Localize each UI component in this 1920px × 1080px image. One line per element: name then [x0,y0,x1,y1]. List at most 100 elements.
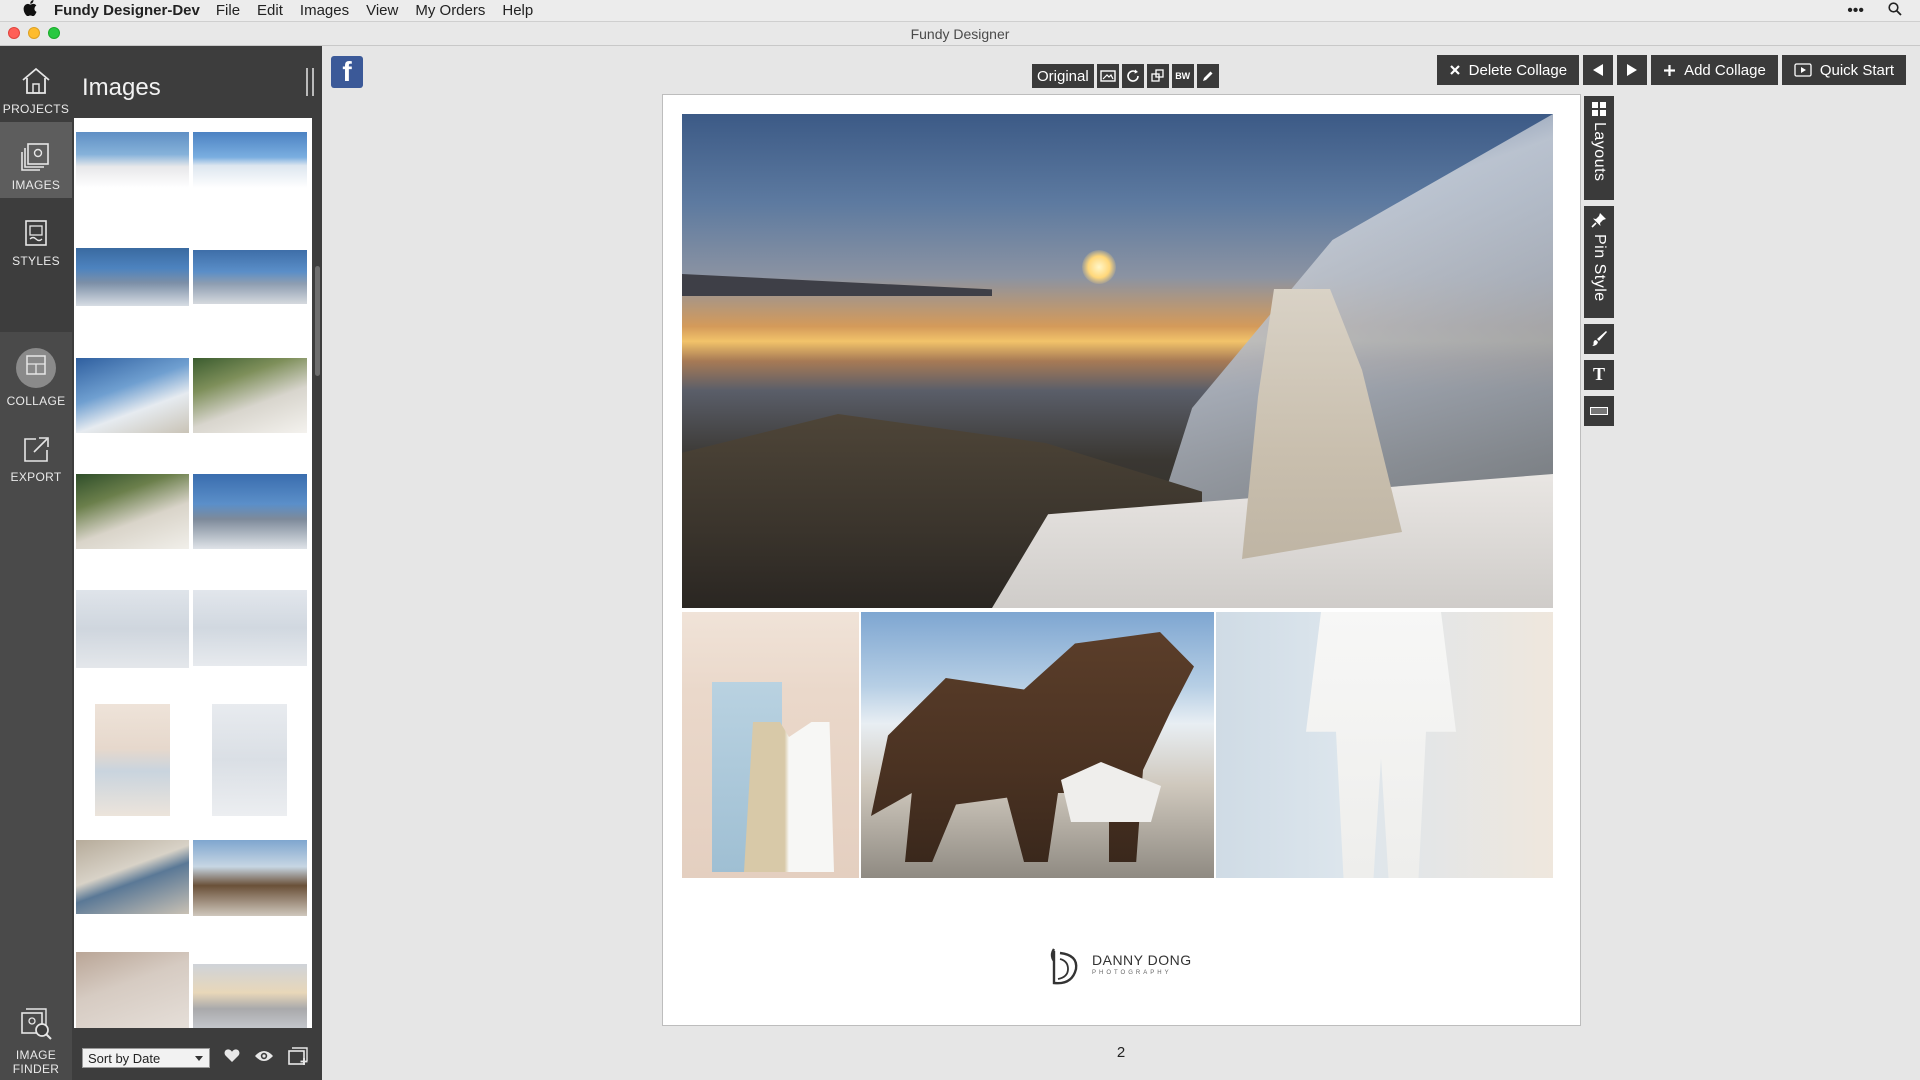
images-panel: Images Sort by Date [72,46,322,1080]
menu-edit[interactable]: Edit [257,2,283,19]
menu-view[interactable]: View [366,2,398,19]
add-collage-button[interactable]: Add Collage [1651,55,1778,85]
panel-resize-handle[interactable] [306,68,314,96]
menu-my-orders[interactable]: My Orders [415,2,485,19]
thumbnail[interactable] [212,704,287,816]
collage-icon [16,348,56,388]
nav-collage[interactable]: COLLAGE [0,334,72,414]
nav-images[interactable]: IMAGES [0,122,72,198]
thumbnail[interactable] [193,250,307,304]
thumbnail[interactable] [76,474,189,549]
logo-name: DANNY DONG [1092,952,1192,968]
nav-projects[interactable]: PROJECTS [0,46,72,122]
logo-subtitle: PHOTOGRAPHY [1092,970,1172,976]
thumbnail[interactable] [76,248,189,306]
sort-select[interactable]: Sort by Date [82,1048,210,1068]
collage-photo-donkeys[interactable] [861,612,1214,878]
visibility-eye-icon[interactable] [254,1049,274,1068]
minimize-window-button[interactable] [28,27,40,39]
add-collage-label: Add Collage [1684,61,1766,79]
thumbnail[interactable] [193,840,307,916]
chevron-down-icon [195,1056,203,1061]
next-collage-button[interactable] [1617,55,1648,85]
collage-photo-door-couple[interactable] [682,612,859,878]
grid-icon [1592,102,1606,116]
close-icon [1449,65,1460,75]
image-tools-toolbar: Original BW [1032,64,1219,88]
pin-style-tab-label: Pin Style [1591,234,1608,302]
home-icon [22,67,50,94]
left-navigation: PROJECTS IMAGES STYLES COLLAGE EXPORT IM… [0,46,72,1080]
images-panel-footer: Sort by Date [72,1036,322,1080]
thumbnail[interactable] [95,704,170,816]
collage-photo-main[interactable] [682,114,1553,608]
sort-select-value: Sort by Date [88,1050,161,1066]
delete-collage-label: Delete Collage [1468,61,1568,79]
window-titlebar: Fundy Designer [0,22,1920,46]
image-finder-icon [21,1008,52,1040]
thumbnail[interactable] [193,474,307,549]
thumbnail[interactable] [76,358,189,433]
nav-image-finder[interactable]: IMAGE FINDER [0,990,72,1078]
collage-photo-white-suit[interactable] [1216,612,1553,878]
menu-images[interactable]: Images [300,2,349,19]
thumbnail[interactable] [76,840,189,914]
sun-glow [1082,250,1116,284]
menu-file[interactable]: File [216,2,240,19]
brush-tool-button[interactable] [1584,324,1614,354]
text-tool-icon: T [1592,364,1605,384]
nav-image-finder-label-1: IMAGE [15,1048,57,1062]
black-white-button[interactable]: BW [1171,64,1194,88]
thumbnail[interactable] [76,132,189,188]
thumbnail[interactable] [193,358,307,433]
zoom-window-button[interactable] [48,27,60,39]
favorite-heart-icon[interactable] [224,1048,240,1068]
thumbnail[interactable] [76,952,189,1028]
add-image-folder-icon[interactable] [288,1046,310,1071]
crop-image-icon[interactable] [1096,64,1119,88]
collage-page: DANNY DONG PHOTOGRAPHY [662,94,1581,1026]
page-number: 2 [1116,1044,1126,1061]
thumbnail[interactable] [76,590,189,668]
rotate-icon[interactable] [1121,64,1144,88]
menu-help[interactable]: Help [502,2,533,19]
spotlight-search-icon[interactable] [1888,1,1902,21]
quick-start-label: Quick Start [1819,61,1894,79]
distant-island [682,274,992,296]
quick-start-button[interactable]: Quick Start [1781,55,1906,85]
swap-icon[interactable] [1146,64,1169,88]
nav-styles[interactable]: STYLES [0,198,72,274]
logo-mark-icon [1050,948,1078,985]
app-name-menu[interactable]: Fundy Designer-Dev [54,2,200,19]
danny-dong-logo: DANNY DONG PHOTOGRAPHY [1046,945,1192,989]
thumbnail[interactable] [193,132,307,188]
thumbnail[interactable] [193,964,307,1028]
scrollbar-thumb[interactable] [315,266,320,376]
previous-collage-button[interactable] [1583,55,1614,85]
nav-styles-label: STYLES [12,254,60,268]
nav-projects-label: PROJECTS [2,102,70,116]
layouts-tab[interactable]: Layouts [1584,96,1614,200]
facebook-icon[interactable]: f [331,56,363,88]
apple-icon[interactable] [20,0,40,21]
nav-export[interactable]: EXPORT [0,414,72,490]
images-stack-icon [21,143,49,171]
more-dots-icon[interactable]: ••• [1847,2,1864,20]
thumbnail-scrollbar[interactable] [312,118,322,1028]
edit-pencil-icon[interactable] [1196,64,1219,88]
original-button[interactable]: Original [1032,64,1094,88]
collage-actions: Delete Collage Add Collage Quick Start [1436,55,1906,85]
delete-collage-button[interactable]: Delete Collage [1436,55,1580,85]
export-icon [24,437,49,462]
white-suit-figure [1306,612,1456,878]
text-tool-button[interactable]: T [1584,360,1614,390]
pin-icon [1591,213,1606,228]
pin-style-tab[interactable]: Pin Style [1584,206,1614,318]
thumbnail[interactable] [193,590,307,666]
nav-collage-label: COLLAGE [6,394,66,408]
horizontal-bar-icon [1590,407,1608,415]
image-thumbnail-grid [74,118,312,1028]
brush-icon [1592,331,1607,346]
close-window-button[interactable] [8,27,20,39]
divider-tool-button[interactable] [1584,396,1614,426]
